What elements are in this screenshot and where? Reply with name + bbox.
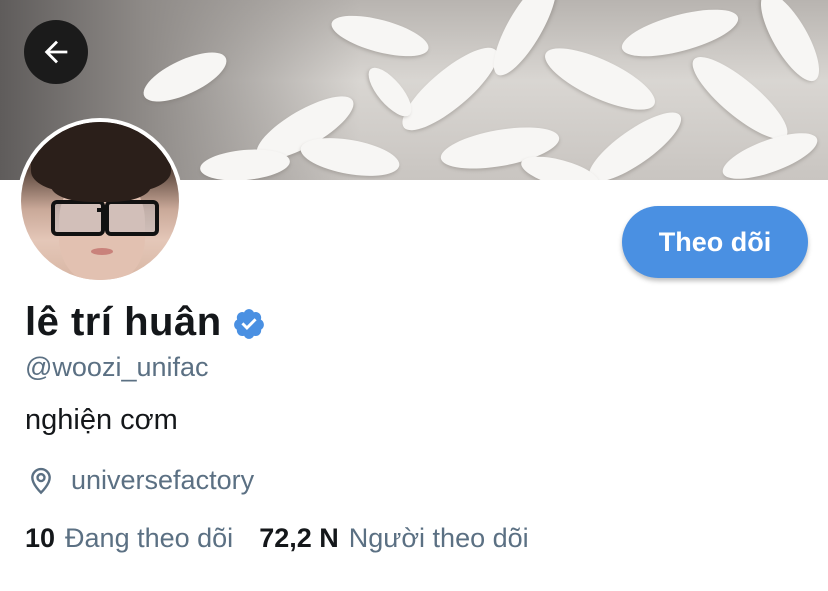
avatar[interactable] — [17, 118, 183, 284]
location-pin-icon — [31, 467, 51, 495]
name-row: lê trí huân — [25, 300, 266, 345]
follow-stats: 10 Đang theo dõi 72,2 N Người theo dõi — [25, 523, 529, 554]
back-button[interactable] — [24, 20, 88, 84]
follow-button[interactable]: Theo dõi — [622, 206, 808, 278]
profile-page: Theo dõi lê trí huân @woozi_unifac nghiệ… — [0, 0, 828, 591]
followers-count: 72,2 N — [259, 523, 339, 553]
followers-label: Người theo dõi — [348, 523, 529, 553]
following-label: Đang theo dõi — [65, 523, 234, 553]
arrow-left-icon — [44, 40, 68, 64]
display-name: lê trí huân — [25, 300, 222, 344]
verified-badge-icon — [233, 308, 264, 339]
following-count: 10 — [25, 523, 56, 553]
location-text: universefactory — [71, 464, 255, 495]
avatar-image — [21, 122, 179, 280]
bio-text: nghiện cơm — [25, 404, 178, 436]
followers-link[interactable]: 72,2 N Người theo dõi — [259, 523, 528, 554]
user-handle: @woozi_unifac — [25, 352, 209, 382]
following-link[interactable]: 10 Đang theo dõi — [25, 523, 233, 554]
location-row: universefactory — [25, 464, 254, 496]
